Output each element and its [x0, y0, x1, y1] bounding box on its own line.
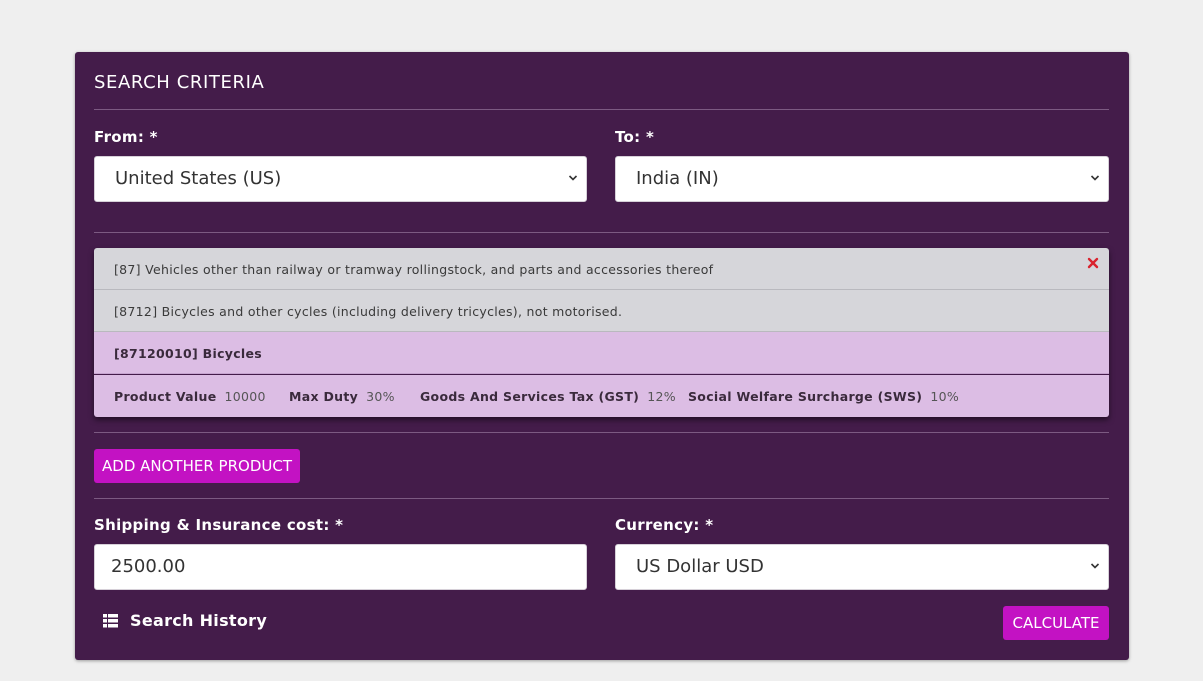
to-select[interactable]: India (IN)	[615, 156, 1109, 202]
stat-sws: Social Welfare Surcharge (SWS) 10%	[688, 389, 959, 404]
product-item: [87120010] Bicycles	[114, 346, 263, 361]
from-label: From: *	[94, 128, 158, 146]
from-select-value: United States (US)	[115, 168, 282, 189]
stat-max-duty: Max Duty 30%	[289, 389, 395, 404]
shipping-cost-input[interactable]: 2500.00	[94, 544, 587, 590]
add-another-product-button[interactable]: ADD ANOTHER PRODUCT	[94, 449, 300, 483]
list-grid-icon	[103, 614, 118, 628]
divider	[94, 432, 1109, 433]
product-chapter-row: [87] Vehicles other than railway or tram…	[94, 248, 1109, 290]
chevron-down-icon	[1090, 175, 1100, 181]
stat-value: 30%	[366, 389, 395, 404]
stat-label: Product Value	[114, 389, 217, 404]
stat-value: 10000	[224, 389, 266, 404]
product-card: [87] Vehicles other than railway or tram…	[94, 248, 1109, 417]
currency-select-value: US Dollar USD	[636, 556, 764, 577]
divider	[94, 498, 1109, 499]
to-label: To: *	[615, 128, 655, 146]
product-item-row: [87120010] Bicycles	[94, 332, 1109, 374]
stat-value: 12%	[647, 389, 676, 404]
close-icon[interactable]	[1087, 257, 1099, 269]
to-select-value: India (IN)	[636, 168, 719, 189]
search-criteria-panel: SEARCH CRITERIA From: * United States (U…	[75, 52, 1129, 660]
product-heading: [8712] Bicycles and other cycles (includ…	[114, 304, 623, 319]
divider	[94, 109, 1109, 110]
chevron-down-icon	[568, 175, 578, 181]
stat-gst: Goods And Services Tax (GST) 12%	[420, 389, 676, 404]
search-history-label: Search History	[130, 611, 268, 630]
divider	[94, 232, 1109, 233]
shipping-label: Shipping & Insurance cost: *	[94, 516, 344, 534]
product-stats-row: Product Value 10000 Max Duty 30% Goods And…	[94, 375, 1109, 417]
stat-label: Goods And Services Tax (GST)	[420, 389, 640, 404]
currency-label: Currency: *	[615, 516, 714, 534]
from-select[interactable]: United States (US)	[94, 156, 587, 202]
stat-value: 10%	[930, 389, 959, 404]
chevron-down-icon	[1090, 563, 1100, 569]
product-chapter: [87] Vehicles other than railway or tram…	[114, 262, 714, 277]
product-heading-row: [8712] Bicycles and other cycles (includ…	[94, 290, 1109, 332]
stat-label: Social Welfare Surcharge (SWS)	[688, 389, 923, 404]
calculate-button[interactable]: CALCULATE	[1003, 606, 1109, 640]
stat-product-value: Product Value 10000	[114, 389, 266, 404]
shipping-cost-value: 2500.00	[111, 556, 186, 577]
panel-title: SEARCH CRITERIA	[94, 72, 265, 93]
currency-select[interactable]: US Dollar USD	[615, 544, 1109, 590]
stat-label: Max Duty	[289, 389, 359, 404]
